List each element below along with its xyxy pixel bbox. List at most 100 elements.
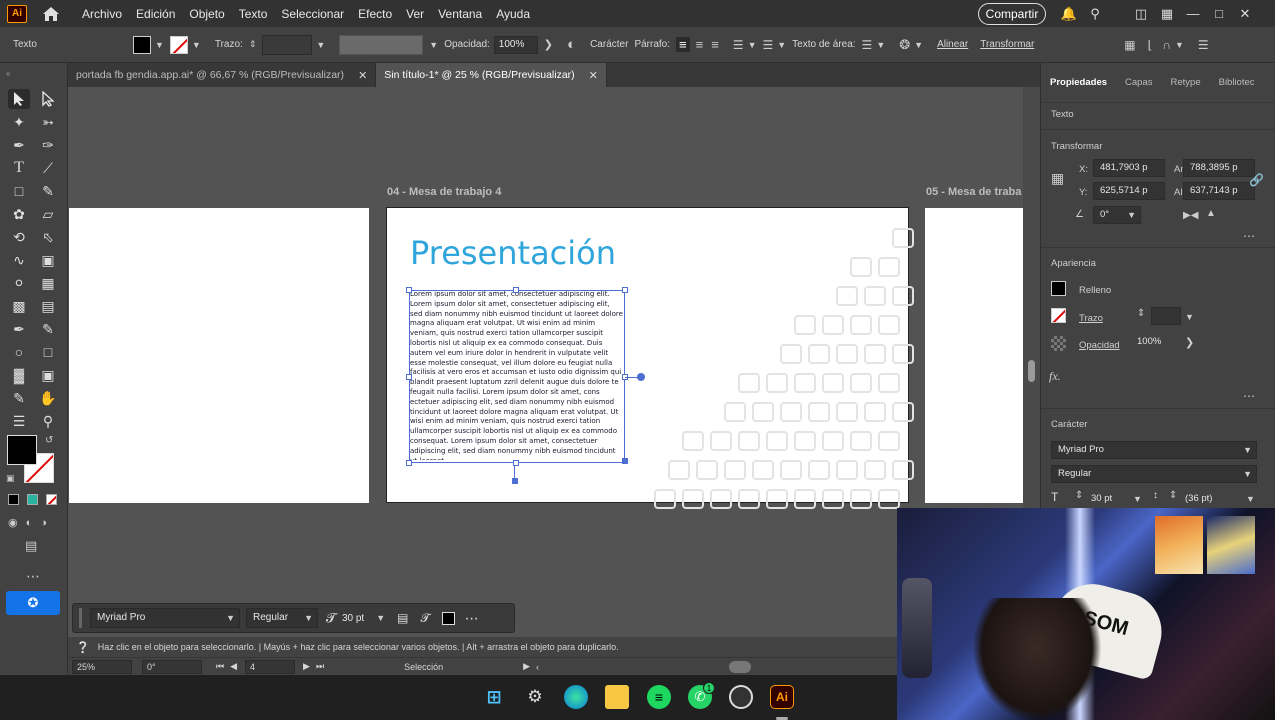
magic-wand-icon[interactable]: ✦	[8, 112, 30, 132]
chevron-down-icon[interactable]: ▼	[376, 613, 385, 623]
distribute-icon[interactable]: ▦	[1124, 38, 1135, 52]
pen-tool-icon[interactable]: ✒	[8, 135, 30, 155]
fill-color-swatch[interactable]	[7, 435, 37, 465]
gradient-tool-icon[interactable]: ▤	[37, 296, 59, 316]
status-menu-icon[interactable]: ▶	[523, 661, 530, 672]
status-mode[interactable]: Selección	[404, 662, 443, 672]
panel-menu-icon[interactable]: ☰	[1198, 38, 1209, 52]
y-input[interactable]: 625,5714 p	[1093, 182, 1165, 200]
chevron-down-icon[interactable]: ▼	[914, 40, 923, 50]
chevron-down-icon[interactable]: ▼	[876, 40, 885, 50]
menu-ventana[interactable]: Ventana	[431, 7, 489, 21]
selection-tool-icon[interactable]	[8, 89, 30, 109]
text-color-swatch[interactable]	[441, 611, 455, 625]
chevron-down-icon[interactable]: ▼	[1175, 40, 1184, 50]
close-icon[interactable]: ✕	[358, 69, 367, 82]
fill-swatch[interactable]	[1051, 281, 1066, 296]
stepper-icon[interactable]: ⇕	[249, 39, 257, 50]
shaper-tool-icon[interactable]: ✿	[8, 204, 30, 224]
opacity-label[interactable]: Opacidad	[1079, 340, 1120, 351]
warp-tool-icon[interactable]: ∿	[8, 250, 30, 270]
collapse-icon[interactable]: «	[6, 69, 10, 78]
variable-width-profile[interactable]	[339, 34, 424, 55]
symbol-sprayer-icon[interactable]: □	[37, 342, 59, 362]
minimize-icon[interactable]: —	[1180, 6, 1206, 21]
rectangle-tool-icon[interactable]: □	[8, 181, 30, 201]
shape-builder-icon[interactable]: ⚪	[8, 273, 30, 293]
home-icon[interactable]	[41, 5, 61, 23]
opacity-input[interactable]: 100%	[1131, 334, 1181, 352]
type-options-icon[interactable]: 𝓣	[420, 611, 429, 626]
menu-edicion[interactable]: Edición	[129, 7, 182, 21]
artboard-4[interactable]: Presentación Lorem ipsum dolor sit amet,…	[386, 207, 914, 509]
workspace-icon[interactable]: ◫	[1128, 6, 1154, 22]
chevron-down-icon[interactable]: ▼	[777, 40, 786, 50]
text-options-icon[interactable]: ▤	[397, 611, 408, 625]
file-explorer-icon[interactable]	[605, 685, 629, 709]
help-icon[interactable]: ❔	[76, 641, 90, 654]
chevron-down-icon[interactable]: ▼	[748, 40, 757, 50]
line-tool-icon[interactable]: ⟋	[37, 158, 59, 178]
resize-handle[interactable]	[406, 460, 412, 466]
artboard-5[interactable]	[925, 208, 1023, 503]
resize-handle[interactable]	[406, 374, 412, 380]
prev-artboard-icon[interactable]: ◀	[230, 661, 237, 672]
menu-ayuda[interactable]: Ayuda	[489, 7, 537, 21]
default-colors-icon[interactable]: ▣	[6, 473, 15, 484]
menu-archivo[interactable]: Archivo	[75, 7, 129, 21]
edge-icon[interactable]	[564, 685, 588, 709]
chevron-down-icon[interactable]: ▼	[1185, 312, 1194, 322]
font-family-dropdown[interactable]: Myriad Pro ▼	[1051, 441, 1257, 459]
align-right-icon[interactable]: ≡	[711, 37, 719, 52]
stepper-icon[interactable]: ⇕	[1169, 490, 1177, 501]
curvature-tool-icon[interactable]: ✑	[37, 135, 59, 155]
stroke-swatch[interactable]	[169, 35, 188, 54]
tab-bibliotecas[interactable]: Bibliotec	[1210, 77, 1264, 88]
direct-selection-tool-icon[interactable]	[37, 89, 59, 109]
area-type-widget[interactable]	[512, 478, 518, 484]
gradient-mode-icon[interactable]	[27, 494, 38, 505]
slide-title[interactable]: Presentación	[410, 234, 616, 272]
align-left-icon[interactable]: ≡	[676, 37, 690, 52]
illustrator-taskbar-icon[interactable]: Ai	[770, 685, 794, 709]
stroke-weight-input[interactable]	[1151, 307, 1181, 325]
more-options-icon[interactable]: ⋯	[1243, 229, 1255, 243]
transform-link[interactable]: Transformar	[980, 39, 1034, 50]
bell-icon[interactable]: 🔔	[1056, 6, 1082, 22]
link-proportions-icon[interactable]: 🔗	[1249, 173, 1264, 187]
bullets-icon[interactable]: ☰	[733, 38, 744, 52]
tab-sin-titulo[interactable]: Sin título-1* @ 25 % (RGB/Previsualizar)…	[376, 63, 607, 87]
slice-tool-icon[interactable]: ✎	[8, 388, 30, 408]
rotation-dropdown[interactable]: 0°	[142, 659, 202, 674]
text-selection-box[interactable]	[409, 290, 625, 463]
menu-efecto[interactable]: Efecto	[351, 7, 399, 21]
screen-mode-icon[interactable]: ▤	[25, 538, 37, 554]
auto-size-widget[interactable]	[637, 373, 645, 381]
isolate-icon[interactable]: ⌊	[1148, 38, 1153, 52]
global-edit-icon[interactable]: ❂	[899, 37, 910, 53]
width-input[interactable]: 788,3895 p	[1183, 159, 1255, 177]
resize-handle[interactable]	[622, 287, 628, 293]
stepper-icon[interactable]: ⇕	[1075, 490, 1083, 501]
zoom-tool-icon[interactable]: ⚲	[37, 411, 59, 431]
eyedropper-icon[interactable]: ✒	[8, 319, 30, 339]
print-tiling-icon[interactable]: ☰	[8, 411, 30, 431]
stroke-weight-dropdown[interactable]	[262, 34, 313, 55]
paintbrush-icon[interactable]: ✎	[37, 181, 59, 201]
recolor-icon[interactable]: ◐	[567, 36, 576, 53]
opacity-input[interactable]: 100%	[493, 35, 538, 54]
stepper-icon[interactable]: ⇕	[1137, 308, 1145, 319]
reference-point-icon[interactable]: ▦	[1051, 170, 1064, 187]
menu-texto[interactable]: Texto	[232, 7, 275, 21]
font-style-dropdown[interactable]: Regular ▼	[1051, 465, 1257, 483]
windows-start-icon[interactable]: ⊞	[482, 685, 506, 709]
fill-swatch[interactable]	[133, 35, 151, 54]
lasso-icon[interactable]: ➳	[37, 112, 59, 132]
align-center-icon[interactable]: ≡	[696, 37, 704, 52]
type-tool-icon[interactable]: T	[8, 158, 30, 178]
none-mode-icon[interactable]	[46, 494, 57, 505]
stroke-swatch[interactable]	[1051, 308, 1066, 323]
leading-value[interactable]: (36 pt)	[1185, 493, 1212, 504]
arrange-docs-icon[interactable]: ▦	[1154, 6, 1180, 22]
artboard-number-dropdown[interactable]: 4	[245, 659, 296, 674]
